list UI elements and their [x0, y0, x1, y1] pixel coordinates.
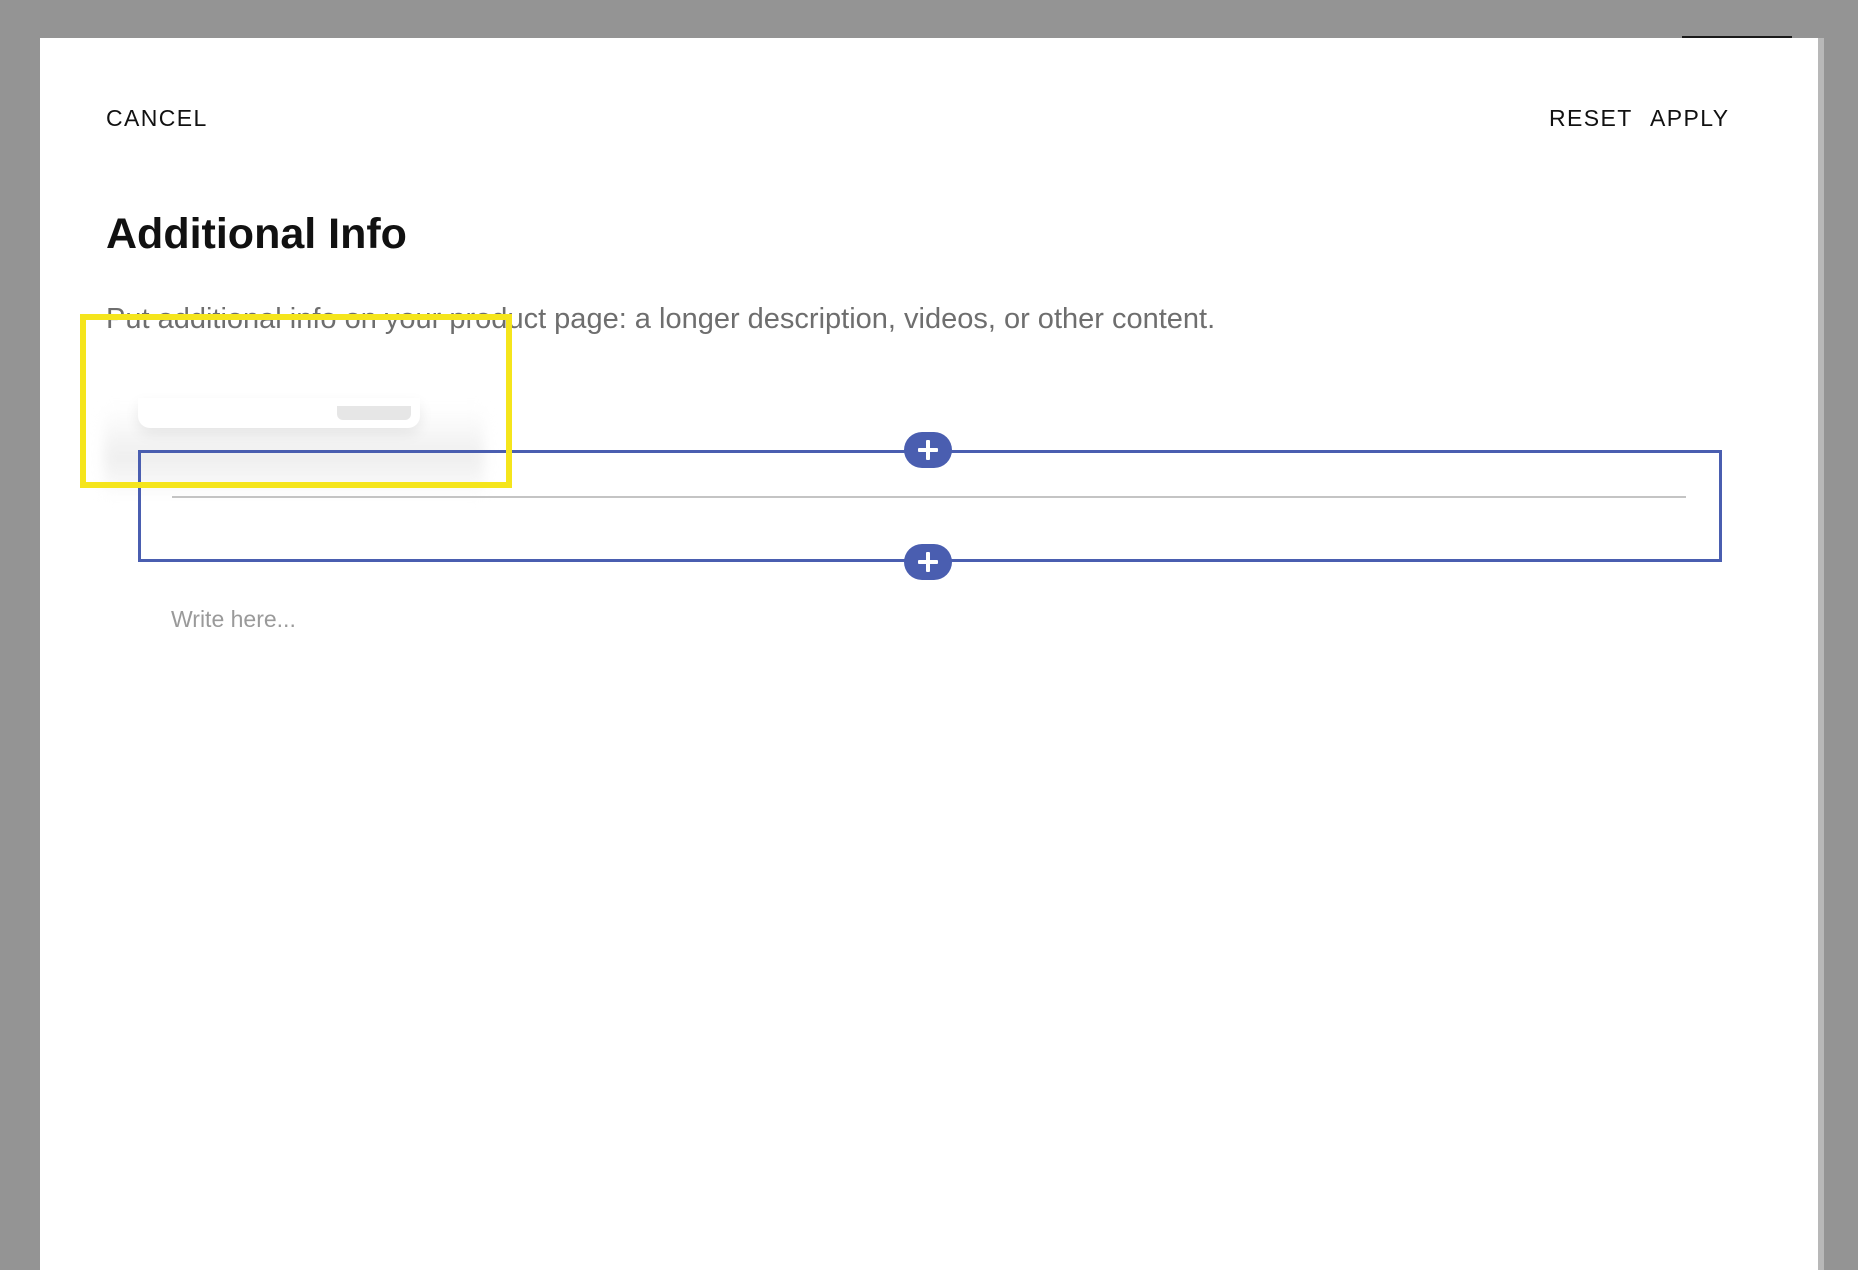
add-block-above-button[interactable]	[904, 432, 952, 468]
add-block-below-button[interactable]	[904, 544, 952, 580]
page-title: Additional Info	[106, 210, 407, 258]
scrollbar-track	[1818, 38, 1824, 1270]
cancel-button[interactable]: CANCEL	[106, 104, 208, 132]
editor-input[interactable]	[171, 602, 1671, 636]
reset-button[interactable]: RESET	[1549, 104, 1633, 132]
plus-icon	[918, 440, 938, 460]
line-divider	[172, 496, 1686, 498]
apply-button[interactable]: APPLY	[1650, 104, 1729, 132]
floating-toolbar-button[interactable]	[337, 406, 411, 420]
page-description: Put additional info on your product page…	[106, 303, 1216, 335]
plus-icon	[918, 552, 938, 572]
